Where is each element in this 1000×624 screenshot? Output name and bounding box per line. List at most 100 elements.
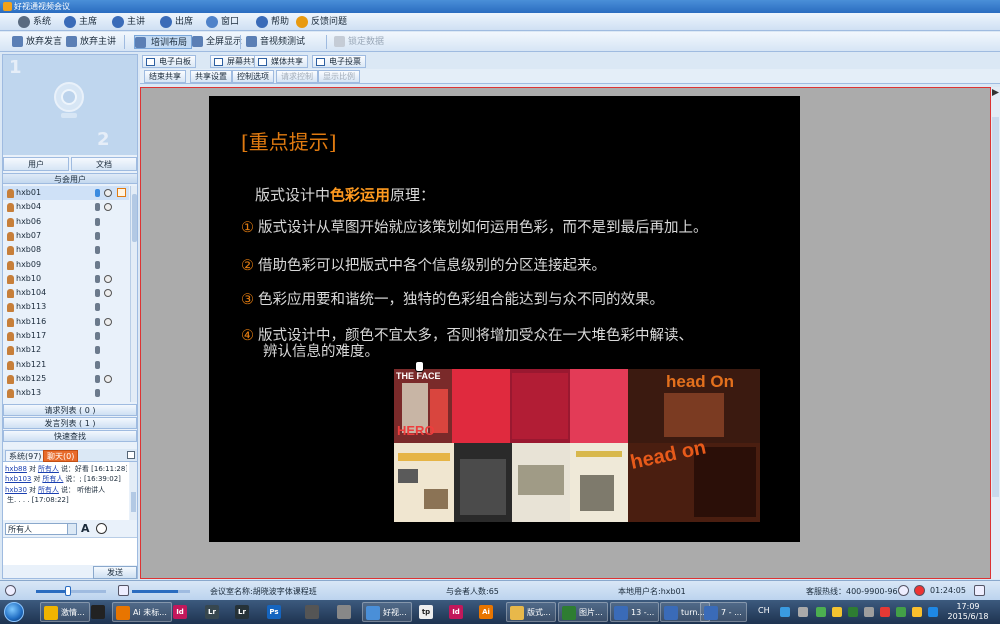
antivirus-icon[interactable] (896, 607, 906, 617)
taskbar-lr2[interactable]: Lr (232, 602, 254, 622)
taskbar-app[interactable] (334, 602, 356, 622)
menu-6[interactable]: 帮助 (256, 15, 289, 29)
taskbar-disc[interactable] (302, 602, 324, 622)
quick-find-button[interactable]: 快速查找 (3, 430, 137, 442)
user-row[interactable]: hxb104 (3, 286, 129, 300)
share-button-4[interactable]: 请求控制 (276, 70, 318, 83)
user-row[interactable]: hxb117 (3, 329, 129, 343)
user-row[interactable]: hxb125 (3, 372, 129, 386)
taskbar-ai[interactable]: Ai 未标... (112, 602, 172, 622)
stage-scrollbar[interactable] (991, 87, 1000, 579)
volume-icon[interactable] (864, 607, 874, 617)
menu-4[interactable]: 出席 (160, 15, 193, 29)
toolbar-button-4[interactable]: 全屏显示 (192, 35, 242, 49)
chat-target[interactable]: 所有人 (38, 465, 59, 473)
toolbar-button-5[interactable]: 音视频测试 (246, 35, 305, 49)
microphone-icon[interactable] (95, 317, 100, 326)
microphone-icon[interactable] (95, 346, 100, 355)
help-icon[interactable] (780, 607, 790, 617)
speaker-icon[interactable] (5, 585, 16, 596)
microphone-icon[interactable] (95, 332, 100, 340)
taskbar-pdf[interactable]: 图片... (558, 602, 608, 622)
bluetooth-icon[interactable] (928, 607, 938, 617)
send-button[interactable]: 发送 (93, 566, 137, 579)
microphone-icon[interactable] (95, 203, 100, 212)
start-button[interactable] (4, 602, 24, 622)
scrollbar-thumb[interactable] (131, 492, 136, 512)
chat-sender[interactable]: hxb88 (5, 465, 27, 473)
user-row[interactable]: hxb09 (3, 258, 129, 272)
toolbar-button-2[interactable]: 放弃主讲 (66, 35, 116, 49)
taskbar-window4[interactable]: 7 - ... (700, 602, 747, 622)
microphone-icon[interactable] (95, 217, 100, 226)
microphone-icon[interactable] (95, 231, 100, 240)
chat-sender[interactable]: hxb30 (5, 486, 27, 494)
menu-3[interactable]: 主讲 (112, 15, 145, 29)
speak-list-button[interactable]: 发言列表 ( 1 ) (3, 417, 137, 429)
chat-log-scrollbar[interactable] (130, 462, 137, 520)
microphone-icon[interactable] (95, 389, 100, 398)
chat-input[interactable] (3, 537, 137, 565)
user-row[interactable]: hxb12 (3, 343, 129, 357)
request-list-button[interactable]: 请求列表 ( 0 ) (3, 404, 137, 416)
tab-whiteboard[interactable]: 电子白板 (142, 55, 196, 68)
microphone-icon[interactable] (95, 189, 100, 197)
toolbar-button-6[interactable]: 锁定数据 (334, 35, 384, 49)
input-language[interactable]: CH (758, 606, 770, 615)
taskbar-ps[interactable]: Ps (264, 602, 286, 622)
alert-icon[interactable] (880, 607, 890, 617)
video-area[interactable]: 1 2 (3, 55, 137, 155)
user-row[interactable]: hxb06 (3, 215, 129, 229)
app-tray-icon[interactable] (912, 607, 922, 617)
user-row[interactable]: hxb13 (3, 386, 129, 400)
camera-icon[interactable] (104, 189, 112, 197)
microphone-icon[interactable] (95, 374, 100, 383)
camera-icon[interactable] (104, 203, 112, 212)
menu-2[interactable]: 主席 (64, 15, 97, 29)
microphone-icon[interactable] (95, 360, 100, 369)
camera-icon[interactable] (104, 289, 112, 298)
share-button-5[interactable]: 显示比例 (318, 70, 360, 83)
camera-icon[interactable] (104, 274, 112, 283)
mic-icon[interactable] (118, 585, 129, 596)
microphone-icon[interactable] (95, 260, 100, 269)
popout-icon[interactable] (127, 451, 135, 459)
network-icon[interactable] (848, 607, 858, 617)
user-row[interactable]: hxb07 (3, 229, 129, 243)
tab-users[interactable]: 用户 (3, 157, 69, 171)
taskbar-id2[interactable]: Id (446, 602, 468, 622)
user-row[interactable]: hxb08 (3, 243, 129, 257)
camera-icon[interactable] (104, 317, 112, 326)
scrollbar-thumb[interactable] (992, 117, 999, 497)
microphone-icon[interactable] (95, 246, 100, 255)
taskbar-window2[interactable]: 13 -... (610, 602, 660, 622)
font-button[interactable]: A (81, 522, 90, 535)
tab-media-share[interactable]: 媒体共享 (254, 55, 308, 68)
chat-sender[interactable]: hxb103 (5, 475, 31, 483)
camera-icon[interactable] (104, 374, 112, 383)
taskbar-lr[interactable]: Lr (202, 602, 224, 622)
microphone-icon[interactable] (95, 303, 100, 312)
share-button-3[interactable]: 控制选项 (232, 70, 274, 83)
user-row[interactable]: hxb04 (3, 200, 129, 214)
emoji-icon[interactable] (96, 523, 107, 534)
toolbar-button-1[interactable]: 放弃发言 (12, 35, 62, 49)
share-button-2[interactable]: 共享设置 (190, 70, 232, 83)
chevron-down-icon[interactable] (67, 524, 76, 534)
taskbar-id[interactable]: Id (170, 602, 192, 622)
chat-target[interactable]: 所有人 (38, 486, 59, 494)
menu-5[interactable]: 窗口 (206, 15, 239, 29)
chat-target[interactable]: 所有人 (42, 475, 63, 483)
tab-system-messages[interactable]: 系统(97) (5, 450, 46, 462)
keyboard-icon[interactable] (798, 607, 808, 617)
microphone-icon[interactable] (95, 274, 100, 283)
menu-7[interactable]: 反馈问题 (296, 15, 347, 29)
toolbar-button-3[interactable]: 培训布局 (134, 35, 193, 49)
battery-icon[interactable] (816, 607, 826, 617)
user-row[interactable]: hxb01 (3, 186, 129, 200)
taskbar-ai2[interactable]: Ai (476, 602, 498, 622)
clock[interactable]: 17:09 2015/6/18 (940, 602, 996, 622)
taskbar-folder[interactable]: 版式... (506, 602, 556, 622)
recipient-select[interactable]: 所有人 (5, 523, 77, 535)
edit-icon[interactable] (117, 188, 126, 197)
